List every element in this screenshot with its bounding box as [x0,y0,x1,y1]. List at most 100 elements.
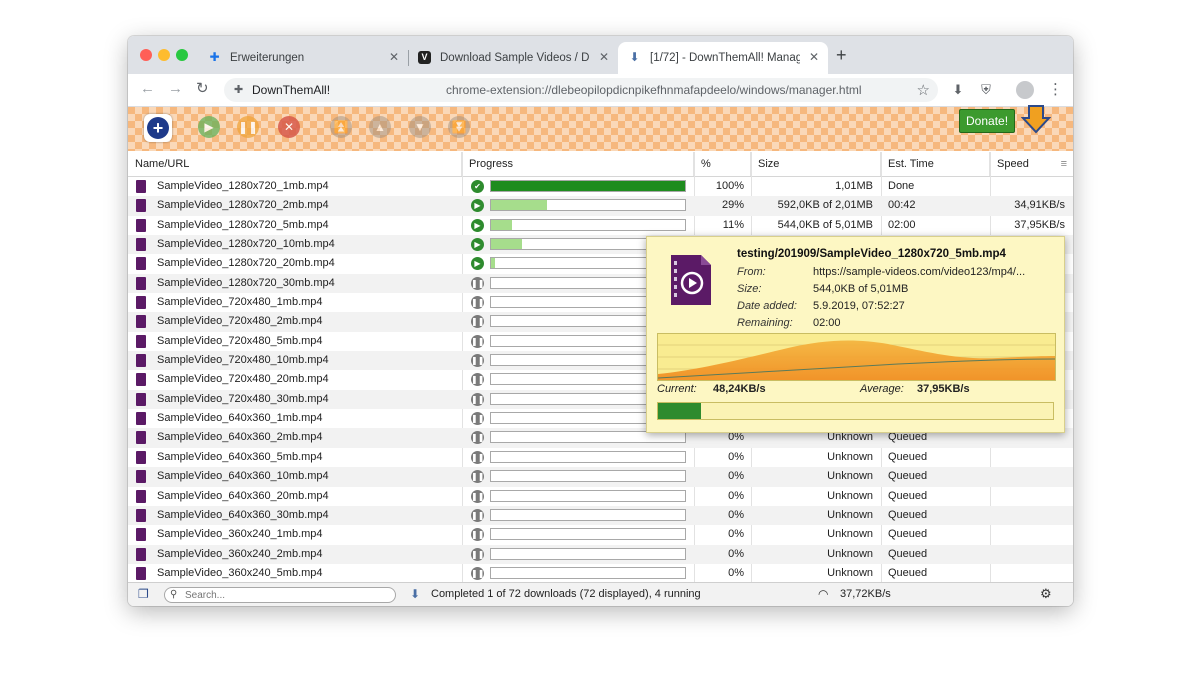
size-value: Unknown [827,489,873,502]
navigation-bar: ← → ↻ ✚ DownThemAll! chrome-extension://… [128,74,1073,107]
move-bottom-button[interactable]: ⏬ [448,116,470,138]
zoom-window-button[interactable] [176,49,188,61]
speed-value: 34,91KB/s [1014,199,1065,212]
percent-value: 0% [728,547,744,560]
window-icon[interactable]: ❐ [138,587,149,601]
tab-extensions[interactable]: ✚ Erweiterungen ✕ [198,42,408,74]
search-box[interactable]: ⚲ [164,587,396,603]
table-row[interactable]: SampleVideo_360x240_1mb.mp4 ❚❚ 0% Unknown Qu… [128,525,1073,544]
close-icon[interactable]: ✕ [389,50,399,64]
speed-graph-area [658,340,1055,380]
progress-bar [490,566,686,579]
table-row[interactable]: SampleVideo_640x360_5mb.mp4 ❚❚ 0% Unknown Qu… [128,448,1073,467]
move-down-button[interactable]: ▼ [409,116,431,138]
search-input[interactable] [185,589,385,601]
current-speed-label: Current: [657,383,697,395]
file-name: SampleVideo_640x360_30mb.mp4 [157,508,329,521]
video-file-icon [136,218,146,232]
percent-value: 11% [722,218,744,231]
table-row[interactable]: SampleVideo_1280x720_2mb.mp4 ▶ 29% 592,0KB … [128,196,1073,216]
queued-pause-icon: ❚❚ [471,450,484,464]
bookmark-star-icon[interactable]: ☆ [917,81,930,99]
queued-pause-icon: ❚❚ [471,470,484,484]
address-bar[interactable]: ✚ DownThemAll! chrome-extension://dlebeo… [224,78,938,102]
add-download-button[interactable]: + [144,114,172,142]
gear-icon[interactable]: ⚙ [1040,586,1052,602]
dta-extension-icon[interactable]: ⬇ [950,82,966,98]
column-header-name[interactable]: Name/URL [128,152,462,176]
table-row[interactable]: SampleVideo_360x240_5mb.mp4 ❚❚ 0% Unknown Qu… [128,564,1073,582]
reload-icon[interactable]: ↻ [196,80,209,98]
video-file-icon [136,180,146,193]
queued-pause-icon: ❚❚ [471,528,484,542]
queued-pause-icon: ❚❚ [471,354,484,368]
table-row[interactable]: SampleVideo_1280x720_1mb.mp4 ✔ 100% 1,01MB D… [128,177,1073,196]
file-name: SampleVideo_1280x720_5mb.mp4 [157,218,329,231]
percent-value: 0% [728,450,744,463]
table-row[interactable]: SampleVideo_640x360_10mb.mp4 ❚❚ 0% Unknown Q… [128,467,1073,487]
tab-sample-videos[interactable]: V Download Sample Videos / Du ✕ [408,42,618,74]
video-file-icon [136,489,146,503]
browser-menu-icon[interactable]: ⋮ [1048,80,1063,98]
donate-button[interactable]: Donate! [959,109,1016,133]
close-window-button[interactable] [140,49,152,61]
file-name: SampleVideo_720x480_30mb.mp4 [157,392,329,405]
queued-pause-icon: ❚❚ [471,547,484,561]
size-value: 544,0KB of 5,01MB [813,283,909,295]
table-header: Name/URL Progress % Size Est. Time Speed… [128,152,1073,177]
status-bar: ❐ ⚲ ⬇ Completed 1 of 72 downloads (72 di… [128,582,1073,606]
video-file-icon [136,508,146,522]
new-tab-button[interactable]: + [836,46,847,64]
file-name: SampleVideo_640x360_10mb.mp4 [157,470,329,483]
table-row[interactable]: SampleVideo_640x360_30mb.mp4 ❚❚ 0% Unknown Q… [128,505,1073,526]
double-chevron-up-icon: ⏫ [333,120,349,134]
column-header-eta[interactable]: Est. Time [881,152,990,176]
move-up-button[interactable]: ▲ [369,116,391,138]
resume-button[interactable]: ▶ [198,116,220,138]
close-icon[interactable]: ✕ [809,50,819,64]
progress-bar [490,528,686,541]
cancel-button[interactable]: ✕ [278,116,300,138]
eta-value: Queued [888,470,928,483]
column-header-progress[interactable]: Progress [462,152,694,176]
column-menu-icon[interactable]: ≡ [1061,158,1067,170]
percent-value: 100% [715,180,744,192]
pause-button[interactable]: ❚❚ [237,116,259,138]
file-name: SampleVideo_1280x720_10mb.mp4 [157,238,335,251]
pause-icon: ❚❚ [237,120,259,134]
eta-value: Queued [888,489,928,502]
file-name: SampleVideo_1280x720_20mb.mp4 [157,257,335,270]
done-check-icon: ✔ [471,180,484,193]
file-name: SampleVideo_360x240_2mb.mp4 [157,547,323,560]
search-icon: ⚲ [170,589,178,600]
speed-gauge-icon: ◠ [818,587,829,601]
manager-toolbar: + ▶ ❚❚ ✕ ⏫ ▲ ▼ ⏬ [128,107,1073,151]
minimize-window-button[interactable] [158,49,170,61]
chevron-up-icon: ▲ [374,120,386,134]
speed-value [990,525,1065,544]
column-header-percent[interactable]: % [694,152,751,176]
close-icon[interactable]: ✕ [599,50,609,64]
profile-avatar[interactable] [1016,81,1034,99]
forward-arrow-icon[interactable]: → [168,80,183,98]
running-play-icon: ▶ [471,199,484,213]
table-row[interactable]: SampleVideo_1280x720_5mb.mp4 ▶ 11% 544,0KB … [128,216,1073,235]
date-added-label: Date added: [737,300,797,312]
table-row[interactable]: SampleVideo_360x240_2mb.mp4 ❚❚ 0% Unknown Qu… [128,544,1073,564]
tab-downthemall-manager[interactable]: ⬇ [1/72] - DownThemAll! Manage ✕ [618,42,828,74]
eta-value: Done [888,180,915,192]
video-file-icon [136,566,146,580]
file-name: SampleVideo_720x480_20mb.mp4 [157,373,329,386]
video-file-icon [136,528,146,542]
percent-value: 0% [728,489,744,502]
puzzle-icon: ✚ [234,84,244,96]
plus-icon: + [147,117,169,139]
running-play-icon: ▶ [471,238,484,252]
column-header-size[interactable]: Size [751,152,881,176]
move-top-button[interactable]: ⏫ [330,116,352,138]
shield-extension-icon[interactable]: ⛨ [978,82,994,98]
back-arrow-icon[interactable]: ← [140,80,155,98]
percent-value: 0% [728,508,744,521]
table-row[interactable]: SampleVideo_640x360_20mb.mp4 ❚❚ 0% Unknown Q… [128,487,1073,506]
vimeo-icon: V [418,51,431,64]
